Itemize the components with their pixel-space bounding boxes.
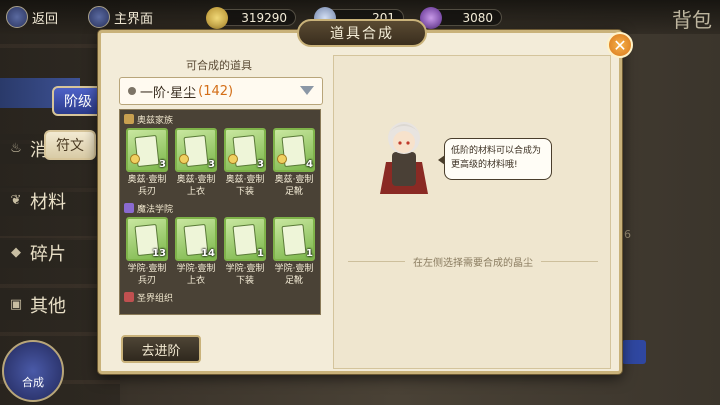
- item-label: 学院·壹制下装: [225, 264, 265, 286]
- craftable-title: 可合成的道具: [186, 59, 252, 72]
- item-list[interactable]: 奥兹家族 3 3 3 4 奥兹·壹制兵刃 奥兹·壹制上衣 奥兹·壹制下装 奥兹·…: [119, 109, 321, 315]
- item-count: 1: [306, 248, 313, 259]
- advance-button[interactable]: 去进阶: [121, 335, 201, 363]
- group-name: 奥兹家族: [137, 115, 174, 126]
- item-count: 3: [257, 159, 264, 170]
- bag-icon: ▣: [9, 297, 23, 312]
- bag-title: 背包: [672, 8, 712, 32]
- academy-crest-icon: [124, 203, 134, 213]
- item-label: 奥兹·壹制上衣: [176, 175, 216, 197]
- synthesis-dialog: 道具合成 ✕ 可合成的道具 一阶·星尘 (142) 奥兹家族 3 3 3 4 奥…: [98, 19, 633, 374]
- group-name: 魔法学院: [137, 204, 174, 215]
- preview-panel: 低阶的材料可以合成为更高级的材料哦! 在左侧选择需要合成的晶尘: [333, 55, 611, 369]
- item-label: 奥兹·壹制足靴: [274, 175, 314, 197]
- guide-character: [380, 122, 428, 194]
- material-icon: [179, 154, 189, 164]
- dialog-title: 道具合成: [297, 19, 427, 47]
- item-slot[interactable]: 4: [273, 128, 315, 172]
- item-slot[interactable]: 3: [224, 128, 266, 172]
- tier-select-count: (142): [198, 83, 234, 99]
- material-icon: [130, 154, 140, 164]
- shard-icon: ◆: [11, 245, 21, 260]
- hint-text: 在左侧选择需要合成的晶尘: [413, 257, 533, 269]
- craftable-panel: 可合成的道具 一阶·星尘 (142) 奥兹家族 3 3 3 4 奥兹·壹制兵刃 …: [115, 53, 323, 315]
- gem-counter: 3080: [420, 7, 502, 29]
- hint-bubble: 低阶的材料可以合成为更高级的材料哦!: [438, 138, 552, 180]
- group-name: 圣界组织: [137, 293, 174, 304]
- item-count: 3: [208, 159, 215, 170]
- gem-value: 3080: [462, 10, 493, 25]
- back-button[interactable]: 返回: [6, 6, 58, 28]
- coin-counter: 319290: [206, 7, 296, 29]
- tab-rune[interactable]: 符文: [44, 130, 96, 160]
- back-icon: [6, 6, 28, 28]
- item-slot[interactable]: 1: [273, 217, 315, 261]
- item-label: 学院·壹制足靴: [274, 264, 314, 286]
- background-numeral: 6: [624, 228, 631, 241]
- main-menu-button[interactable]: 主界面: [88, 6, 153, 28]
- synthesis-nav-label: 合成: [22, 376, 44, 389]
- close-icon: ✕: [613, 35, 627, 55]
- back-label: 返回: [32, 11, 59, 27]
- holy-order-crest-icon: [124, 292, 134, 302]
- material-icon: [277, 154, 287, 164]
- group-header: 魔法学院: [124, 201, 173, 215]
- family-crest-icon: [124, 114, 134, 124]
- tier-select[interactable]: 一阶·星尘 (142): [119, 77, 323, 105]
- main-label: 主界面: [114, 11, 154, 27]
- chevron-down-icon: [300, 86, 314, 95]
- item-slot[interactable]: 13: [126, 217, 168, 261]
- home-icon: [88, 6, 110, 28]
- item-count: 4: [306, 159, 313, 170]
- hint-row: 在左侧选择需要合成的晶尘: [348, 254, 598, 269]
- group-header: 圣界组织: [124, 290, 173, 304]
- item-label: 奥兹·壹制兵刃: [127, 175, 167, 197]
- item-count: 14: [201, 248, 215, 259]
- scroll-icon: [281, 223, 307, 257]
- tab-level[interactable]: 阶级: [52, 86, 104, 116]
- item-label: 学院·壹制兵刃: [127, 264, 167, 286]
- leaf-icon: ❦: [10, 193, 22, 208]
- divider: [541, 260, 598, 262]
- scroll-icon: [232, 223, 258, 257]
- category-label: 材料: [30, 192, 66, 213]
- background-button: [622, 340, 646, 364]
- item-slot[interactable]: 14: [175, 217, 217, 261]
- category-label: 其他: [30, 296, 66, 317]
- potion-icon: ♨: [10, 141, 22, 156]
- category-other[interactable]: ▣ 其他: [0, 290, 100, 320]
- stardust-icon: [128, 87, 136, 95]
- item-count: 1: [257, 248, 264, 259]
- tier-select-label: 一阶·星尘: [140, 85, 197, 101]
- category-fragments[interactable]: ◆ 碎片: [0, 238, 100, 268]
- divider: [348, 260, 405, 262]
- item-count: 13: [152, 248, 166, 259]
- category-materials[interactable]: ❦ 材料: [0, 186, 100, 216]
- coin-value: 319290: [241, 10, 287, 25]
- item-slot[interactable]: 3: [126, 128, 168, 172]
- category-label: 碎片: [30, 244, 66, 265]
- item-label: 奥兹·壹制下装: [225, 175, 265, 197]
- item-label: 学院·壹制上衣: [176, 264, 216, 286]
- synthesis-nav-button[interactable]: 合成: [2, 340, 64, 402]
- coin-icon: [206, 7, 228, 29]
- item-slot[interactable]: 1: [224, 217, 266, 261]
- group-header: 奥兹家族: [124, 112, 173, 126]
- item-slot[interactable]: 3: [175, 128, 217, 172]
- material-icon: [228, 154, 238, 164]
- item-count: 3: [159, 159, 166, 170]
